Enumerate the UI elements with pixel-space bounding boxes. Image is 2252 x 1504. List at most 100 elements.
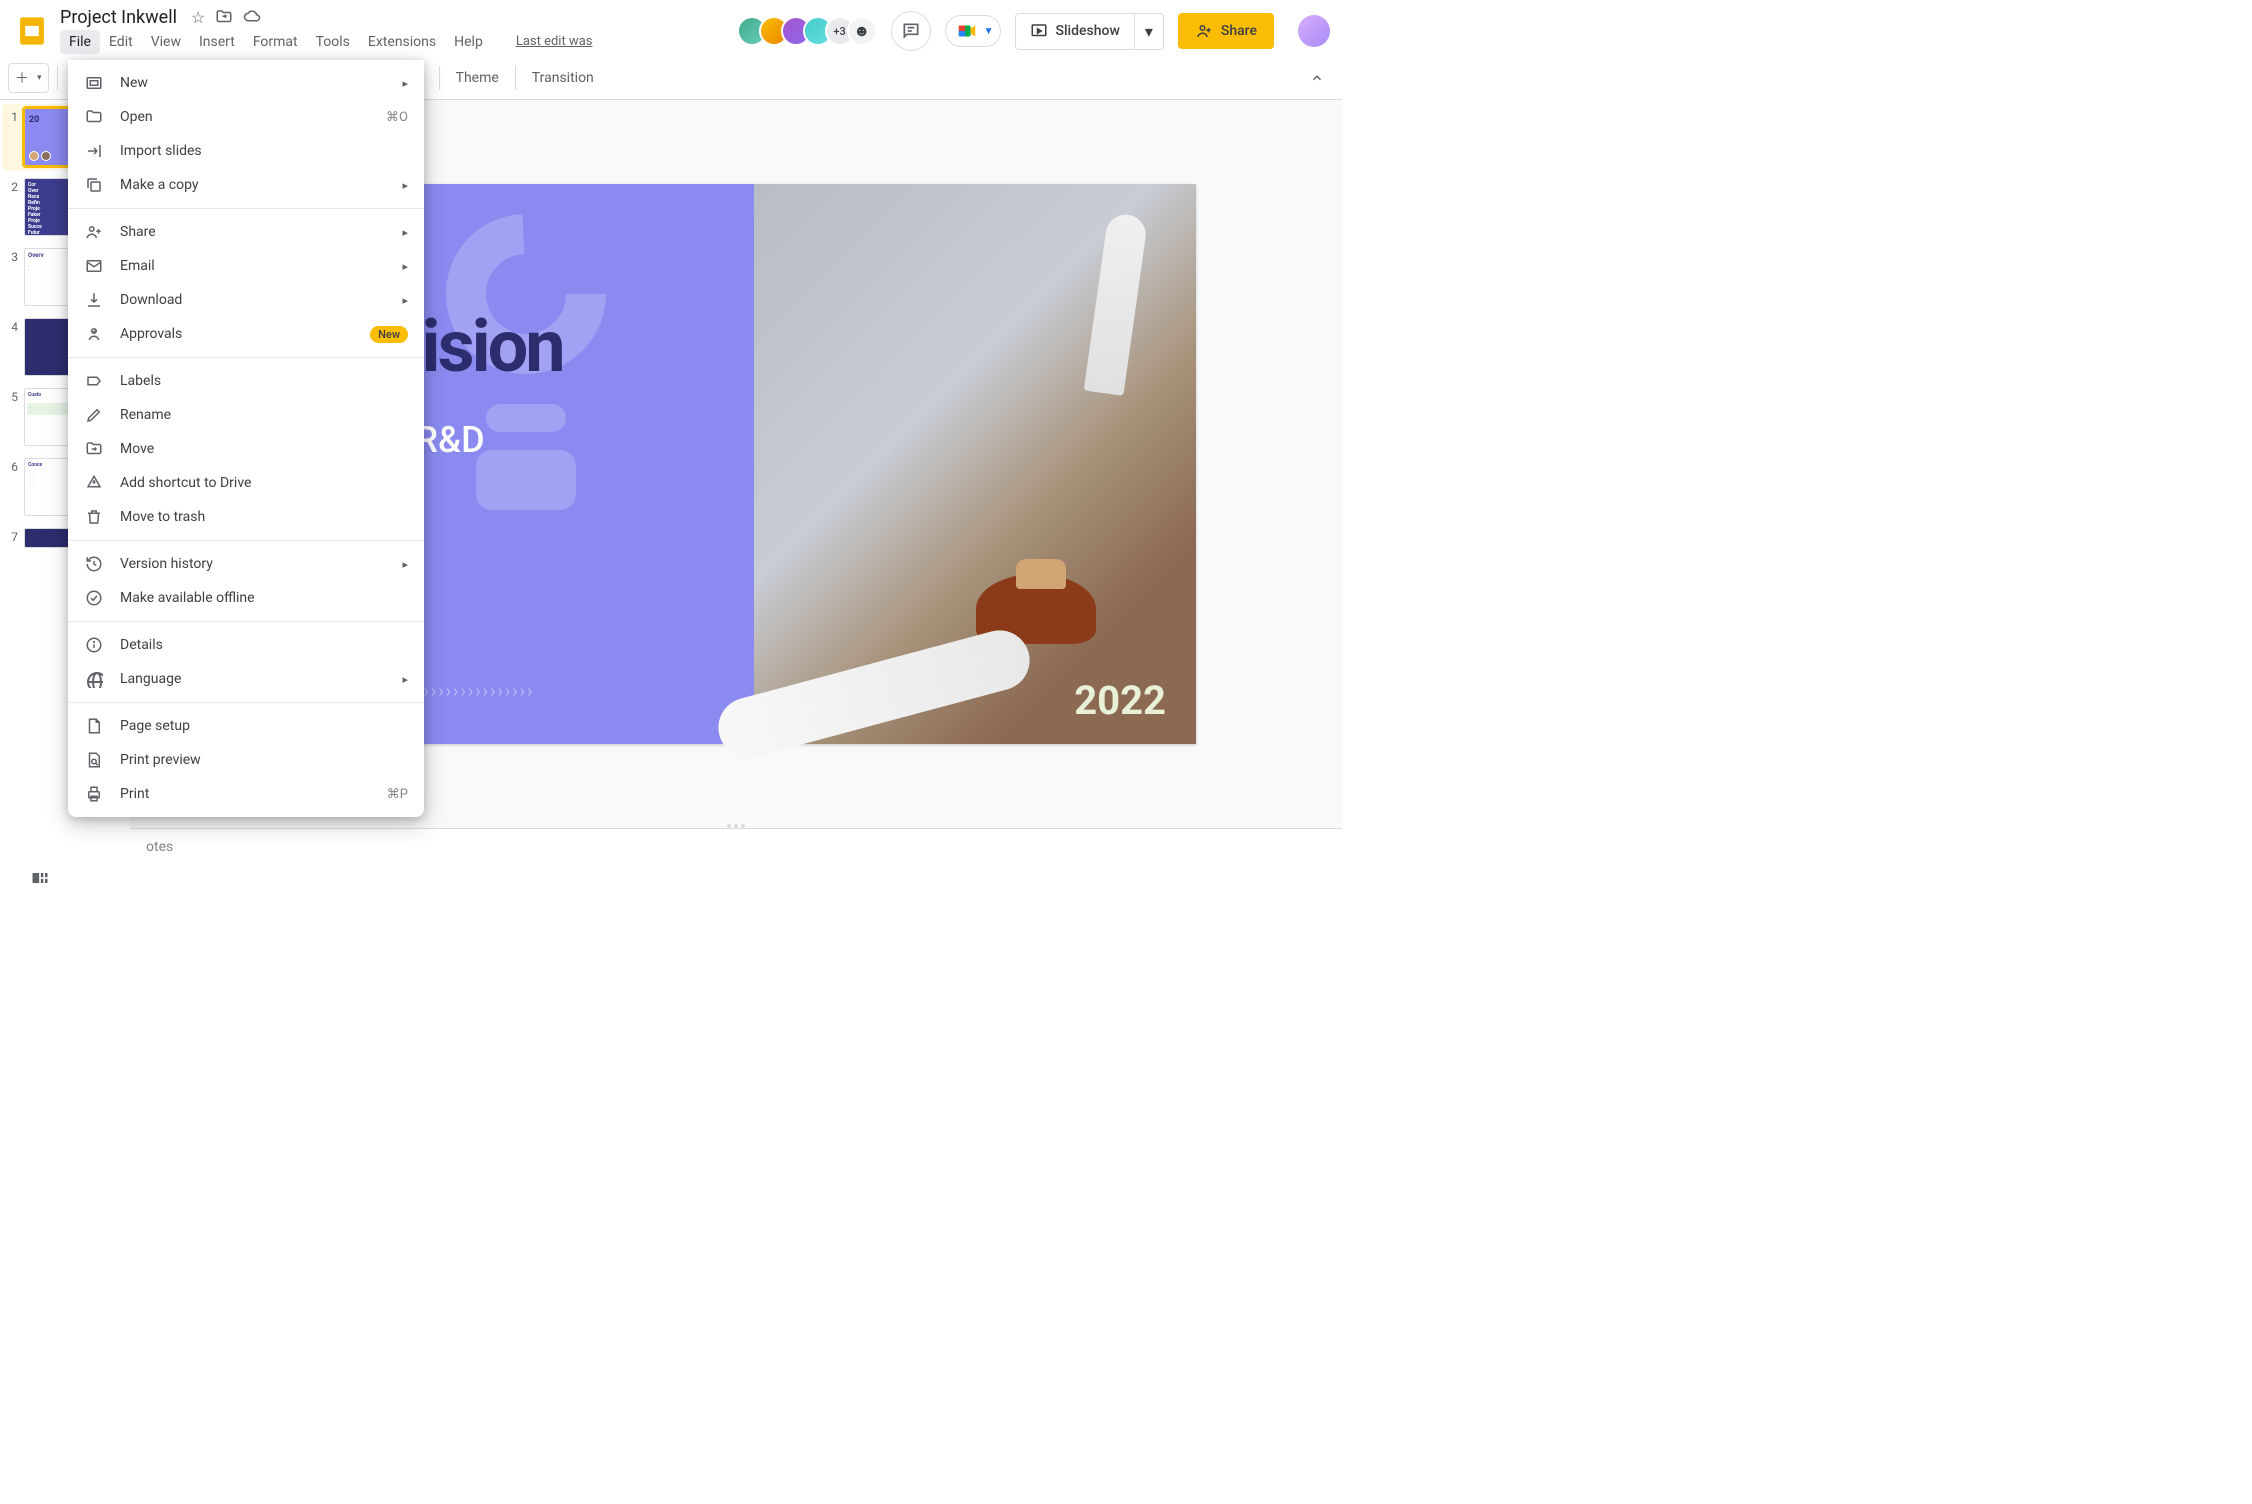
email-icon bbox=[84, 256, 104, 276]
globe-icon bbox=[84, 669, 104, 689]
separator bbox=[68, 621, 424, 622]
separator bbox=[68, 357, 424, 358]
last-edit-link[interactable]: Last edit was bbox=[516, 34, 593, 49]
move-folder-icon[interactable] bbox=[215, 8, 233, 26]
import-icon bbox=[84, 141, 104, 161]
slideshow-dropdown[interactable]: ▾ bbox=[1135, 13, 1164, 50]
divider bbox=[439, 66, 440, 90]
slide-year-text: 2022 bbox=[1074, 677, 1166, 724]
thumb-number: 4 bbox=[4, 318, 18, 334]
slideshow-label: Slideshow bbox=[1056, 23, 1120, 39]
share-label: Share bbox=[1221, 23, 1257, 39]
shortcut: ⌘P bbox=[387, 787, 408, 802]
menu-open[interactable]: Open⌘O bbox=[68, 100, 424, 134]
menu-new[interactable]: New▸ bbox=[68, 66, 424, 100]
menu-move-trash[interactable]: Move to trash bbox=[68, 500, 424, 534]
history-icon bbox=[84, 554, 104, 574]
preview-icon bbox=[84, 750, 104, 770]
chevron-right-icon: ▸ bbox=[402, 558, 408, 571]
thumb-number: 5 bbox=[4, 388, 18, 404]
menu-labels[interactable]: Labels bbox=[68, 364, 424, 398]
chevron-right-icon: ▸ bbox=[402, 179, 408, 192]
menu-view[interactable]: View bbox=[142, 30, 190, 54]
menu-offline[interactable]: Make available offline bbox=[68, 581, 424, 615]
separator bbox=[68, 540, 424, 541]
collaborator-avatars[interactable]: +3 ☻ bbox=[737, 16, 877, 46]
doc-title[interactable]: Project Inkwell bbox=[60, 7, 177, 28]
account-avatar[interactable] bbox=[1298, 15, 1330, 47]
collapse-toolbar-icon[interactable] bbox=[1300, 65, 1334, 91]
menu-print-preview[interactable]: Print preview bbox=[68, 743, 424, 777]
menu-move[interactable]: Move bbox=[68, 432, 424, 466]
notes-placeholder: otes bbox=[146, 839, 173, 855]
new-slide-button[interactable]: ＋▾ bbox=[8, 63, 49, 93]
menu-rename[interactable]: Rename bbox=[68, 398, 424, 432]
speaker-notes[interactable]: otes bbox=[130, 828, 1342, 868]
file-menu-dropdown: New▸ Open⌘O Import slides Make a copy▸ S… bbox=[68, 60, 424, 817]
print-icon bbox=[84, 784, 104, 804]
chevron-right-icon: ▸ bbox=[402, 673, 408, 686]
thumb-number: 3 bbox=[4, 248, 18, 264]
thumb-number: 2 bbox=[4, 178, 18, 194]
offline-icon bbox=[84, 588, 104, 608]
label-icon bbox=[84, 371, 104, 391]
download-icon bbox=[84, 290, 104, 310]
chevron-right-icon: ▸ bbox=[402, 260, 408, 273]
menu-share[interactable]: Share▸ bbox=[68, 215, 424, 249]
divider bbox=[57, 66, 58, 90]
cloud-status-icon[interactable] bbox=[243, 8, 261, 26]
move-folder-icon bbox=[84, 439, 104, 459]
filmstrip-view-icon[interactable] bbox=[30, 868, 50, 888]
menu-make-copy[interactable]: Make a copy▸ bbox=[68, 168, 424, 202]
menu-version-history[interactable]: Version history▸ bbox=[68, 547, 424, 581]
drag-handle-icon[interactable] bbox=[727, 824, 745, 828]
thumb-number: 6 bbox=[4, 458, 18, 474]
menu-tools[interactable]: Tools bbox=[307, 30, 359, 54]
chevron-right-icon: ▸ bbox=[402, 77, 408, 90]
menu-page-setup[interactable]: Page setup bbox=[68, 709, 424, 743]
slides-app-icon[interactable] bbox=[12, 11, 52, 51]
menu-email[interactable]: Email▸ bbox=[68, 249, 424, 283]
shortcut: ⌘O bbox=[386, 110, 408, 125]
new-badge: New bbox=[370, 326, 408, 343]
copy-icon bbox=[84, 175, 104, 195]
theme-button[interactable]: Theme bbox=[448, 64, 507, 92]
meet-button[interactable]: ▼ bbox=[945, 15, 1001, 47]
menu-format[interactable]: Format bbox=[244, 30, 307, 54]
anonymous-icon[interactable]: ☻ bbox=[847, 16, 877, 46]
separator bbox=[68, 208, 424, 209]
slideshow-button[interactable]: Slideshow bbox=[1015, 13, 1135, 50]
chevron-down-icon: ▼ bbox=[984, 26, 994, 37]
trash-icon bbox=[84, 507, 104, 527]
transition-button[interactable]: Transition bbox=[524, 64, 602, 92]
menu-insert[interactable]: Insert bbox=[190, 30, 244, 54]
drive-shortcut-icon bbox=[84, 473, 104, 493]
info-icon bbox=[84, 635, 104, 655]
folder-icon bbox=[84, 107, 104, 127]
slide-image: 2022 bbox=[754, 184, 1196, 744]
divider bbox=[515, 66, 516, 90]
menu-download[interactable]: Download▸ bbox=[68, 283, 424, 317]
menu-print[interactable]: Print⌘P bbox=[68, 777, 424, 811]
share-button[interactable]: Share bbox=[1178, 13, 1274, 49]
menu-edit[interactable]: Edit bbox=[100, 30, 142, 54]
approvals-icon bbox=[84, 324, 104, 344]
page-icon bbox=[84, 716, 104, 736]
menu-approvals[interactable]: ApprovalsNew bbox=[68, 317, 424, 351]
person-add-icon bbox=[1195, 22, 1213, 40]
menu-import-slides[interactable]: Import slides bbox=[68, 134, 424, 168]
star-icon[interactable]: ☆ bbox=[191, 8, 205, 27]
chevron-right-icon: ▸ bbox=[402, 226, 408, 239]
menu-details[interactable]: Details bbox=[68, 628, 424, 662]
meet-icon bbox=[956, 20, 978, 42]
menu-add-shortcut[interactable]: Add shortcut to Drive bbox=[68, 466, 424, 500]
menu-language[interactable]: Language▸ bbox=[68, 662, 424, 696]
menu-extensions[interactable]: Extensions bbox=[359, 30, 445, 54]
chevron-right-icon: ▸ bbox=[402, 294, 408, 307]
separator bbox=[68, 702, 424, 703]
menu-help[interactable]: Help bbox=[445, 30, 492, 54]
comments-button[interactable] bbox=[891, 11, 931, 51]
menu-file[interactable]: File bbox=[60, 30, 100, 54]
play-box-icon bbox=[1030, 22, 1048, 40]
thumb-number: 1 bbox=[4, 108, 18, 124]
